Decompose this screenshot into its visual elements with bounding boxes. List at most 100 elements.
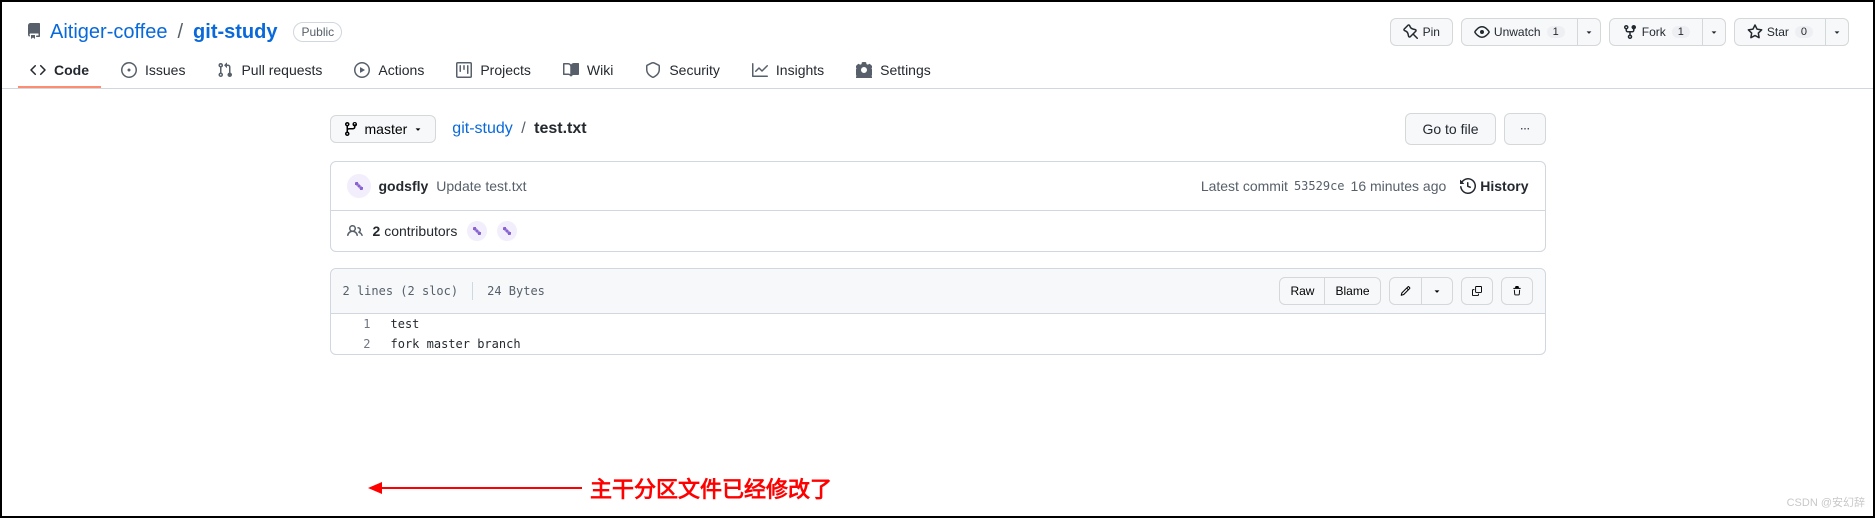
more-options-button[interactable] xyxy=(1504,113,1546,145)
commit-sha[interactable]: 53529ce xyxy=(1294,179,1345,193)
watch-group: Unwatch 1 xyxy=(1461,18,1601,46)
tab-wiki[interactable]: Wiki xyxy=(551,54,625,88)
trash-icon xyxy=(1512,283,1522,299)
star-icon xyxy=(1747,24,1763,40)
repo-header: Aitiger-coffee / git-study Public Pin Un… xyxy=(2,2,1873,54)
people-icon xyxy=(347,223,363,239)
path-separator: / xyxy=(177,21,183,44)
watch-dropdown[interactable] xyxy=(1578,18,1601,46)
tab-code-label: Code xyxy=(54,62,89,78)
fork-label: Fork xyxy=(1642,25,1666,39)
contributors-count: 2 xyxy=(373,223,381,239)
repo-tabs: Code Issues Pull requests Actions Projec… xyxy=(2,54,1873,89)
history-link[interactable]: History xyxy=(1460,178,1528,194)
fork-count: 1 xyxy=(1672,26,1690,38)
file-nav: master git-study / test.txt Go to file xyxy=(330,113,1546,145)
graph-icon xyxy=(752,62,768,78)
delete-button[interactable] xyxy=(1501,277,1533,305)
branch-select-button[interactable]: master xyxy=(330,115,437,143)
book-icon xyxy=(563,62,579,78)
tab-projects[interactable]: Projects xyxy=(444,54,543,88)
star-group: Star 0 xyxy=(1734,18,1849,46)
latest-commit-label: Latest commit xyxy=(1201,178,1288,194)
main-container: master git-study / test.txt Go to file g… xyxy=(298,89,1578,355)
fork-dropdown[interactable] xyxy=(1703,18,1726,46)
pull-request-icon xyxy=(217,62,233,78)
shield-icon xyxy=(645,62,661,78)
raw-button[interactable]: Raw xyxy=(1279,277,1324,305)
breadcrumb-root[interactable]: git-study xyxy=(452,120,512,137)
tab-security[interactable]: Security xyxy=(633,54,732,88)
edit-dropdown[interactable] xyxy=(1421,277,1453,305)
breadcrumb: git-study / test.txt xyxy=(452,120,586,138)
pin-icon xyxy=(1403,24,1419,40)
line-content: test xyxy=(381,314,1545,334)
fork-group: Fork 1 xyxy=(1609,18,1726,46)
tab-code[interactable]: Code xyxy=(18,54,101,88)
commit-author[interactable]: godsfly xyxy=(379,178,429,194)
triangle-down-icon xyxy=(1432,286,1442,296)
pin-button[interactable]: Pin xyxy=(1390,18,1453,46)
tab-pulls[interactable]: Pull requests xyxy=(205,54,334,88)
play-icon xyxy=(354,62,370,78)
tab-insights[interactable]: Insights xyxy=(740,54,836,88)
tab-actions[interactable]: Actions xyxy=(342,54,436,88)
star-count: 0 xyxy=(1795,26,1813,38)
repo-link[interactable]: git-study xyxy=(193,21,277,44)
annotation-text: 主干分区文件已经修改了 xyxy=(590,472,832,504)
tab-issues[interactable]: Issues xyxy=(109,54,197,88)
code-icon xyxy=(30,62,46,78)
copy-button[interactable] xyxy=(1461,277,1493,305)
tab-settings-label: Settings xyxy=(880,62,931,78)
file-lines-info: 2 lines (2 sloc) xyxy=(343,284,459,298)
breadcrumb-file: test.txt xyxy=(534,120,586,137)
annotation-arrow: 主干分区文件已经修改了 xyxy=(382,472,832,504)
triangle-down-icon xyxy=(1832,27,1842,37)
divider xyxy=(472,282,473,300)
tab-projects-label: Projects xyxy=(480,62,531,78)
unwatch-button[interactable]: Unwatch 1 xyxy=(1461,18,1578,46)
tab-wiki-label: Wiki xyxy=(587,62,613,78)
star-button[interactable]: Star 0 xyxy=(1734,18,1826,46)
triangle-down-icon xyxy=(413,124,423,134)
gear-icon xyxy=(856,62,872,78)
pencil-icon xyxy=(1400,283,1411,299)
history-icon xyxy=(1460,178,1476,194)
line-number[interactable]: 2 xyxy=(331,334,381,354)
tab-settings[interactable]: Settings xyxy=(844,54,943,88)
contributors-row: 2 contributors xyxy=(331,210,1545,251)
file-header: 2 lines (2 sloc) 24 Bytes Raw Blame xyxy=(331,269,1545,314)
breadcrumb-sep: / xyxy=(521,120,525,137)
star-dropdown[interactable] xyxy=(1826,18,1849,46)
go-to-file-button[interactable]: Go to file xyxy=(1405,113,1495,145)
contributor-avatar-2[interactable] xyxy=(497,221,517,241)
edit-button[interactable] xyxy=(1389,277,1421,305)
code-line: 1test xyxy=(331,314,1545,334)
file-actions: Raw Blame xyxy=(1279,277,1532,305)
project-icon xyxy=(456,62,472,78)
commit-box: godsfly Update test.txt Latest commit 53… xyxy=(330,161,1546,252)
branch-icon xyxy=(343,121,359,137)
triangle-down-icon xyxy=(1584,27,1594,37)
contributor-avatar-1[interactable] xyxy=(467,221,487,241)
commit-message[interactable]: Update test.txt xyxy=(436,178,526,194)
tab-insights-label: Insights xyxy=(776,62,824,78)
kebab-icon xyxy=(1521,121,1529,137)
blame-button[interactable]: Blame xyxy=(1324,277,1380,305)
star-label: Star xyxy=(1767,25,1789,39)
branch-name: master xyxy=(365,121,408,137)
repo-icon xyxy=(26,23,42,42)
repo-title-area: Aitiger-coffee / git-study Public xyxy=(26,21,342,44)
line-number[interactable]: 1 xyxy=(331,314,381,334)
owner-link[interactable]: Aitiger-coffee xyxy=(50,21,167,44)
tab-actions-label: Actions xyxy=(378,62,424,78)
watermark: CSDN @安幻辞 xyxy=(1787,494,1865,510)
code-line: 2fork master branch xyxy=(331,334,1545,354)
issue-icon xyxy=(121,62,137,78)
tab-pulls-label: Pull requests xyxy=(241,62,322,78)
file-box: 2 lines (2 sloc) 24 Bytes Raw Blame 1tes… xyxy=(330,268,1546,355)
eye-icon xyxy=(1474,24,1490,40)
code-table: 1test2fork master branch xyxy=(331,314,1545,354)
avatar[interactable] xyxy=(347,174,371,198)
fork-button[interactable]: Fork 1 xyxy=(1609,18,1703,46)
